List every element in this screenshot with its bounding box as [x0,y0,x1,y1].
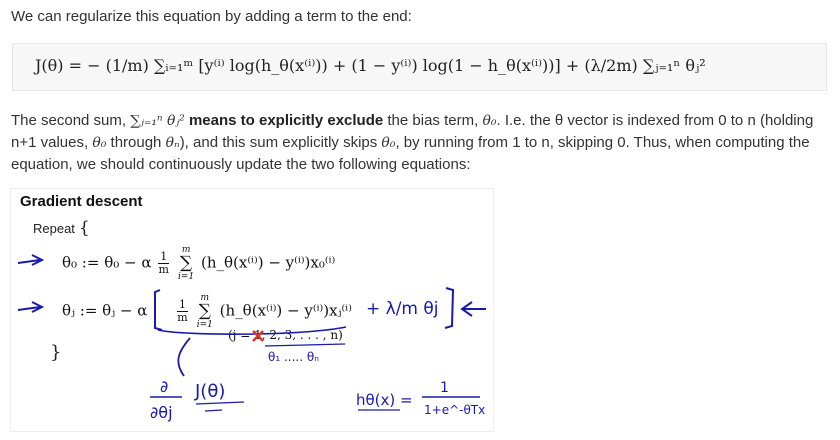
hypothesis-denominator: 1+e^-θTx [424,403,485,417]
arrow-icon [460,301,486,317]
hook-curve [177,337,191,377]
cross-mark [252,330,264,342]
derivative-function: J(θ) [194,381,225,402]
derivative-denominator: ∂θj [150,403,173,422]
underline [264,343,346,347]
handwritten-annotations: + λ/m θj θ₁ ..... θₙ ∂ ∂θj J(θ) hθ(x) = … [17,254,486,422]
left-bracket [154,289,163,331]
thetas-text: θ₁ ..... θₙ [268,350,319,364]
right-bracket [444,287,455,329]
reg-term-text: + λ/m θj [366,299,439,319]
derivative-numerator: ∂ [160,377,168,396]
hypothesis-numerator: 1 [440,380,449,396]
underline-brace [157,326,347,335]
arrow-icon [17,254,45,266]
arrow-icon [17,301,45,313]
hypothesis-lhs: hθ(x) = [356,391,413,409]
